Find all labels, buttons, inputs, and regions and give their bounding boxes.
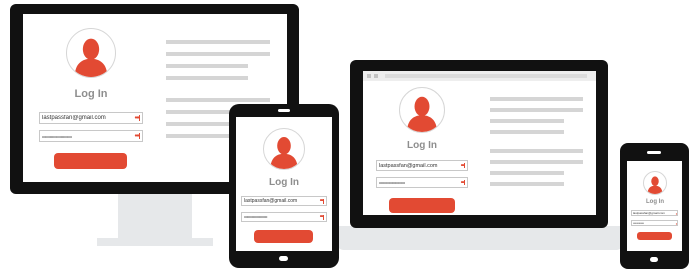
tablet-home-button[interactable] — [279, 256, 288, 261]
browser-window-control-icon — [367, 74, 371, 78]
email-field[interactable]: lastpassfan@gmail.com ••• — [631, 210, 678, 216]
monitor-stand-base — [97, 238, 213, 246]
content-line — [490, 149, 583, 153]
login-button[interactable] — [54, 153, 127, 169]
browser-address-bar[interactable] — [385, 74, 587, 78]
content-line — [490, 171, 564, 175]
phone-speaker — [647, 151, 661, 154]
content-line — [490, 160, 583, 164]
content-line — [490, 119, 564, 123]
password-field[interactable]: ••••••••••••••••••••••••••• ••• — [376, 177, 468, 188]
email-field[interactable]: lastpassfan@gmail.com ••• — [39, 112, 143, 124]
content-line — [490, 108, 583, 112]
field-marker-icon — [139, 115, 140, 121]
password-value: ••••••••••••••••• — [633, 221, 644, 225]
content-line — [490, 182, 564, 186]
field-marker-icon — [464, 163, 465, 168]
login-title: Log In — [646, 199, 664, 205]
password-field[interactable]: ••••••••••••••••••••••••••• ••• — [241, 212, 327, 222]
login-button[interactable] — [254, 230, 313, 243]
content-line — [166, 76, 248, 80]
browser-window-control-icon — [374, 74, 378, 78]
tablet-screen: Log In lastpassfan@gmail.com ••• •••••••… — [236, 117, 332, 251]
content-line — [166, 64, 248, 68]
content-line — [166, 52, 270, 56]
password-field[interactable]: ••••••••••••••••• ••• — [631, 220, 678, 226]
password-value: ••••••••••••••••••••••••••• — [244, 215, 268, 219]
password-field[interactable]: ••••••••••••••••••••••••••• ••• — [39, 130, 143, 142]
email-value: lastpassfan@gmail.com — [42, 115, 106, 121]
email-field[interactable]: lastpassfan@gmail.com ••• — [241, 196, 327, 206]
tablet-speaker — [278, 109, 290, 112]
login-title: Log In — [269, 177, 299, 188]
password-manager-dots-icon: ••• — [675, 220, 677, 226]
avatar — [66, 28, 116, 78]
content-line — [490, 130, 564, 134]
content-line — [166, 40, 270, 44]
avatar — [399, 87, 445, 133]
email-field[interactable]: lastpassfan@gmail.com ••• — [376, 160, 468, 171]
password-value: ••••••••••••••••••••••••••• — [42, 133, 72, 139]
email-value: lastpassfan@gmail.com — [379, 162, 438, 169]
password-manager-dots-icon: ••• — [675, 210, 677, 216]
email-value: lastpassfan@gmail.com — [633, 211, 665, 215]
phone-screen: Log In lastpassfan@gmail.com ••• •••••••… — [627, 161, 682, 251]
avatar — [263, 128, 305, 170]
login-title: Log In — [407, 140, 437, 151]
content-line — [490, 97, 583, 101]
avatar — [643, 171, 667, 195]
monitor-stand-neck — [118, 193, 192, 241]
user-silhouette-icon — [270, 137, 298, 169]
login-button[interactable] — [389, 198, 455, 213]
field-marker-icon — [323, 198, 324, 204]
field-marker-icon — [323, 214, 324, 220]
field-marker-icon — [464, 180, 465, 185]
login-title: Log In — [74, 88, 108, 100]
user-silhouette-icon — [647, 176, 663, 194]
user-silhouette-icon — [74, 38, 108, 77]
email-value: lastpassfan@gmail.com — [244, 198, 298, 204]
login-button[interactable] — [637, 232, 672, 240]
laptop-screen: Log In lastpassfan@gmail.com ••• •••••••… — [363, 71, 596, 215]
phone-home-button[interactable] — [650, 257, 658, 262]
content-line — [166, 98, 270, 102]
laptop-base — [336, 226, 624, 250]
password-value: ••••••••••••••••••••••••••• — [379, 180, 405, 185]
field-marker-icon — [139, 133, 140, 139]
user-silhouette-icon — [407, 96, 437, 132]
